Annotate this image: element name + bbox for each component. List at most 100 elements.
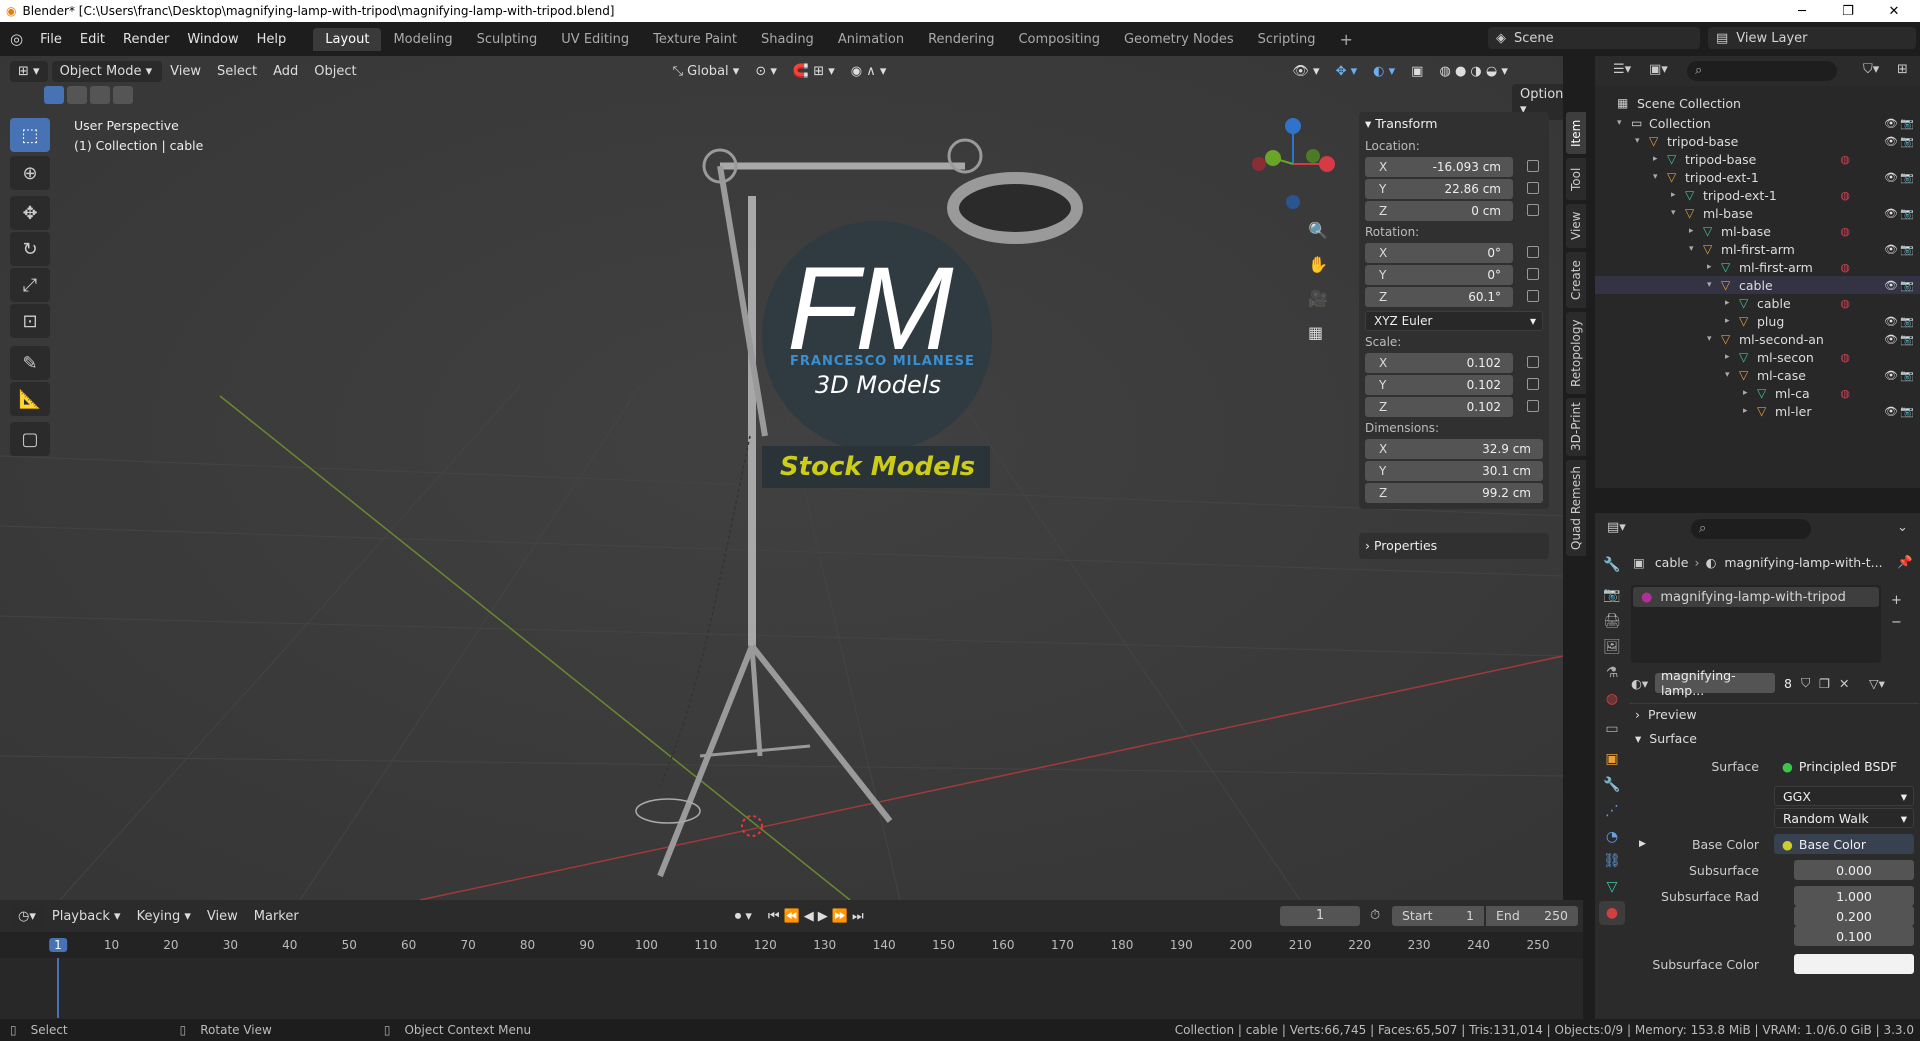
- collection-props-icon[interactable]: ▭: [1599, 717, 1625, 741]
- menu-edit[interactable]: Edit: [71, 32, 114, 47]
- outliner-row[interactable]: ▸ ▽ plug 👁 📷: [1595, 312, 1920, 330]
- current-frame-field[interactable]: 1: [1280, 906, 1360, 926]
- lock-icon[interactable]: [1527, 378, 1539, 390]
- subsurface-radius-y[interactable]: 0.200: [1794, 906, 1914, 926]
- world-props-icon[interactable]: ◍: [1599, 687, 1625, 711]
- gizmo-icon[interactable]: ✥ ▾: [1328, 64, 1366, 79]
- move-tool-icon[interactable]: ✥: [10, 196, 50, 230]
- preview-panel-header[interactable]: › Preview: [1629, 703, 1919, 725]
- render-camera-icon[interactable]: 📷: [1900, 369, 1914, 382]
- render-camera-icon[interactable]: 📷: [1900, 117, 1914, 130]
- surface-shader-field[interactable]: ● Principled BSDF: [1774, 756, 1914, 776]
- dimensions-y-field[interactable]: Y 30.1 cm: [1365, 461, 1543, 481]
- material-browse-icon[interactable]: ◐▾: [1631, 676, 1648, 691]
- render-props-icon[interactable]: 📷: [1599, 583, 1625, 607]
- location-x-field[interactable]: X -16.093 cm: [1365, 157, 1539, 177]
- menu-file[interactable]: File: [31, 32, 71, 47]
- maximize-button[interactable]: ❐: [1825, 0, 1871, 22]
- location-y-field[interactable]: Y 22.86 cm: [1365, 179, 1539, 199]
- transform-tool-icon[interactable]: ⊡: [10, 304, 50, 338]
- link-data-icon[interactable]: ▽▾: [1869, 676, 1885, 691]
- render-camera-icon[interactable]: 📷: [1900, 333, 1914, 346]
- lock-icon[interactable]: [1527, 400, 1539, 412]
- expand-arrow-icon[interactable]: ▾: [1725, 370, 1730, 380]
- expand-arrow-icon[interactable]: ▾: [1707, 280, 1712, 290]
- render-camera-icon[interactable]: 📷: [1900, 405, 1914, 418]
- mode-dropdown[interactable]: Object Mode ▾: [51, 60, 163, 82]
- blender-menu-icon[interactable]: ◎: [10, 30, 23, 48]
- lock-icon[interactable]: [1527, 182, 1539, 194]
- render-camera-icon[interactable]: 📷: [1900, 315, 1914, 328]
- visibility-eye-icon[interactable]: 👁: [1884, 405, 1898, 418]
- expand-arrow-icon[interactable]: ▾: [1689, 244, 1694, 254]
- location-z-field[interactable]: Z 0 cm: [1365, 201, 1539, 221]
- output-props-icon[interactable]: 🖨: [1599, 609, 1625, 633]
- visibility-eye-icon[interactable]: 👁: [1884, 117, 1898, 130]
- properties-editor-icon[interactable]: ▤▾: [1607, 520, 1626, 535]
- view-layer-selector[interactable]: ▤ View Layer: [1708, 27, 1916, 49]
- scene-selector[interactable]: ◈ Scene: [1488, 27, 1700, 49]
- outliner-row[interactable]: ▾ ▽ cable 👁 📷: [1595, 276, 1920, 294]
- tab-uv-editing[interactable]: UV Editing: [549, 28, 641, 51]
- menu-render[interactable]: Render: [114, 32, 178, 47]
- timeline-ruler[interactable]: 1 10 20 30 40 50 60 70 80 90 100 110 120 130 140 150 160…: [0, 932, 1583, 958]
- visibility-icon[interactable]: 👁 ▾: [1284, 64, 1327, 79]
- render-camera-icon[interactable]: 📷: [1900, 171, 1914, 184]
- timeline-editor-icon[interactable]: ◷▾: [10, 905, 44, 927]
- menu-help[interactable]: Help: [248, 32, 296, 47]
- expand-arrow-icon[interactable]: ▸: [1725, 352, 1730, 362]
- expand-arrow-icon[interactable]: ▸: [1743, 406, 1748, 416]
- start-frame-field[interactable]: Start 1: [1392, 906, 1484, 926]
- sidetab-create[interactable]: Create: [1566, 252, 1586, 308]
- sidetab-view[interactable]: View: [1566, 204, 1586, 248]
- visibility-eye-icon[interactable]: 👁: [1884, 243, 1898, 256]
- render-camera-icon[interactable]: 📷: [1900, 207, 1914, 220]
- outliner-scene-collection[interactable]: ▦ Scene Collection: [1595, 92, 1920, 114]
- remove-slot-icon[interactable]: −: [1891, 615, 1902, 630]
- lock-icon[interactable]: [1527, 268, 1539, 280]
- lock-icon[interactable]: [1527, 356, 1539, 368]
- constraints-props-icon[interactable]: ⛓: [1599, 849, 1625, 873]
- tab-compositing[interactable]: Compositing: [1006, 28, 1112, 51]
- expand-arrow-icon[interactable]: ▾: [1707, 334, 1712, 344]
- visibility-eye-icon[interactable]: 👁: [1884, 315, 1898, 328]
- measure-tool-icon[interactable]: 📐: [10, 382, 50, 416]
- camera-view-icon[interactable]: 🎥: [1308, 282, 1328, 316]
- material-slot[interactable]: ● magnifying-lamp-with-tripod: [1633, 587, 1879, 607]
- sidetab-quad-remesh[interactable]: Quad Remesh: [1566, 460, 1586, 556]
- overlay-icon[interactable]: ◐ ▾: [1365, 64, 1403, 79]
- surface-panel-header[interactable]: ▾ Surface: [1629, 727, 1919, 749]
- expand-arrow-icon[interactable]: ▸: [1707, 262, 1712, 272]
- expand-arrow-icon[interactable]: ▸: [1689, 226, 1694, 236]
- new-collection-icon[interactable]: ⊞: [1897, 62, 1908, 77]
- physics-props-icon[interactable]: ◔: [1599, 825, 1625, 849]
- material-props-icon[interactable]: ●: [1599, 901, 1625, 925]
- render-camera-icon[interactable]: 📷: [1900, 135, 1914, 148]
- distribution-dropdown[interactable]: GGX ▾: [1774, 786, 1914, 806]
- playback-controls[interactable]: ⏮⏪◀▶⏩⏭: [760, 909, 876, 924]
- close-button[interactable]: ✕: [1871, 0, 1917, 22]
- menu-add[interactable]: Add: [265, 64, 306, 79]
- transform-header[interactable]: ▾ Transform: [1359, 112, 1549, 135]
- viewport-3d[interactable]: FM FRANCESCO MILANESE 3D Models Stock Mo…: [0, 56, 1563, 900]
- render-camera-icon[interactable]: 📷: [1900, 243, 1914, 256]
- select-subtract-icon[interactable]: [90, 86, 110, 104]
- expand-arrow-icon[interactable]: ▾: [1635, 136, 1640, 146]
- shading-modes-icon[interactable]: ◍ ● ◑ ◒ ▾: [1431, 64, 1515, 79]
- scene-props-icon[interactable]: ⚗: [1599, 661, 1625, 685]
- tab-geometry-nodes[interactable]: Geometry Nodes: [1112, 28, 1246, 51]
- tab-scripting[interactable]: Scripting: [1246, 28, 1328, 51]
- rotate-tool-icon[interactable]: ↻: [10, 232, 50, 266]
- cursor-tool-icon[interactable]: ⊕: [10, 156, 50, 190]
- expand-arrow-icon[interactable]: ▾: [1671, 208, 1676, 218]
- sidetab-retopology[interactable]: Retopology: [1566, 312, 1586, 394]
- expand-arrow-icon[interactable]: ▸: [1725, 298, 1730, 308]
- expand-arrow-icon[interactable]: ▾: [1653, 172, 1658, 182]
- properties-search-input[interactable]: ⌕: [1691, 519, 1811, 539]
- menu-object[interactable]: Object: [306, 64, 364, 79]
- record-icon[interactable]: ⏺ ▾: [727, 909, 760, 924]
- fake-user-icon[interactable]: ⛉: [1801, 675, 1810, 691]
- outliner-search-input[interactable]: ⌕: [1687, 61, 1837, 81]
- duplicate-icon[interactable]: ❐: [1819, 676, 1830, 691]
- rotation-mode-dropdown[interactable]: XYZ Euler ▾: [1365, 311, 1543, 331]
